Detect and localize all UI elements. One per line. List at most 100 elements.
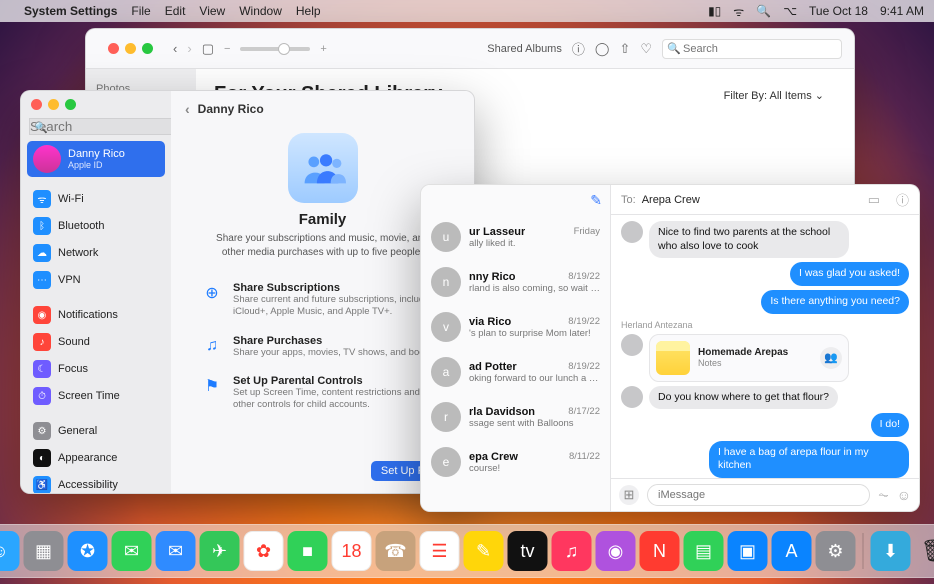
dock-appstore[interactable]: A — [772, 531, 812, 571]
control-center-icon[interactable]: ⌥ — [783, 4, 797, 18]
add-people-icon[interactable]: 👥 — [820, 347, 842, 369]
dock-news[interactable]: N — [640, 531, 680, 571]
sidebar-item-bluetooth[interactable]: ᛒBluetooth — [27, 213, 165, 239]
filter-dropdown[interactable]: Filter By: All Items ⌄ — [724, 89, 824, 102]
focus-icon: ☾ — [33, 360, 51, 378]
dictate-icon[interactable]: ⏦ — [878, 487, 889, 503]
dock-maps[interactable]: ✈ — [200, 531, 240, 571]
sidebar-toggle[interactable]: ▢ — [202, 41, 214, 57]
dock-numbers[interactable]: ▤ — [684, 531, 724, 571]
sidebar-item-appearance[interactable]: ◐Appearance — [27, 445, 165, 471]
dock-music[interactable]: ♫ — [552, 531, 592, 571]
conversation-row[interactable]: nnny Rico8/19/22rland is also coming, so… — [421, 260, 610, 305]
sidebar-user-row[interactable]: Danny RicoApple ID — [27, 141, 165, 177]
feature-title: Share Subscriptions — [233, 282, 444, 294]
close-button[interactable] — [108, 43, 119, 54]
zoom-button[interactable] — [65, 99, 76, 110]
dock-settings[interactable]: ⚙ — [816, 531, 856, 571]
message-bubble-out: I do! — [871, 413, 909, 437]
info-icon[interactable]: ⓘ — [896, 190, 909, 209]
family-description: Share your subscriptions and music, movi… — [201, 232, 444, 260]
sidebar-item-focus[interactable]: ☾Focus — [27, 356, 165, 382]
photos-search[interactable]: 🔍 — [662, 39, 842, 59]
dock-podcasts[interactable]: ◉ — [596, 531, 636, 571]
settings-search[interactable]: 🔍 — [29, 118, 163, 135]
wifi-icon[interactable]: ᯤ — [733, 3, 744, 20]
conversation-row[interactable]: aad Potter8/19/22oking forward to our lu… — [421, 350, 610, 395]
dock-mail[interactable]: ✉ — [156, 531, 196, 571]
conversation-row[interactable]: eepa Crew8/11/22course! — [421, 440, 610, 485]
sidebar-item-wi-fi[interactable]: ᯤWi-Fi — [27, 186, 165, 212]
conversation-name: rla Davidson — [469, 406, 535, 418]
sidebar-item-label: Sound — [58, 336, 90, 348]
conversation-preview: oking forward to our lunch a bit later. … — [469, 373, 600, 384]
menu-file[interactable]: File — [131, 4, 150, 18]
sidebar-item-general[interactable]: ⚙General — [27, 418, 165, 444]
settings-sidebar: 🔍 Danny RicoApple ID ᯤWi-FiᛒBluetooth☁Net… — [21, 91, 171, 493]
compose-button[interactable]: ✎ — [590, 192, 602, 209]
app-menu[interactable]: System Settings — [24, 4, 117, 18]
dock-safari[interactable]: ✪ — [68, 531, 108, 571]
video-call-icon[interactable]: ▭ — [868, 192, 880, 208]
dock-calendar[interactable]: 18 — [332, 531, 372, 571]
dock-tv[interactable]: tv — [508, 531, 548, 571]
dock-facetime[interactable]: ■ — [288, 531, 328, 571]
feature-title: Set Up Parental Controls — [233, 375, 444, 387]
apps-button[interactable]: ⊞ — [619, 485, 639, 505]
dock-keynote[interactable]: ▣ — [728, 531, 768, 571]
zoom-slider[interactable] — [240, 47, 310, 51]
sidebar-item-network[interactable]: ☁Network — [27, 240, 165, 266]
dock-notes[interactable]: ✎ — [464, 531, 504, 571]
sidebar-item-vpn[interactable]: ⋯VPN — [27, 267, 165, 293]
minimize-button[interactable] — [48, 99, 59, 110]
to-value[interactable]: Arepa Crew — [642, 194, 700, 206]
menu-view[interactable]: View — [199, 4, 225, 18]
photos-search-input[interactable] — [662, 39, 842, 59]
avatar: r — [431, 402, 461, 432]
sidebar-item-accessibility[interactable]: ♿Accessibility — [27, 472, 165, 493]
people-icon[interactable]: ◯ — [595, 41, 610, 57]
back-button[interactable]: ‹ — [185, 101, 190, 117]
menu-edit[interactable]: Edit — [165, 4, 186, 18]
message-input[interactable] — [647, 484, 870, 506]
menubar-time[interactable]: 9:41 AM — [880, 4, 924, 18]
note-attachment[interactable]: Homemade ArepasNotes👥 — [649, 334, 849, 382]
share-icon[interactable]: ⇧ — [619, 41, 630, 57]
conversation-row[interactable]: rrla Davidson8/17/22ssage sent with Ball… — [421, 395, 610, 440]
close-button[interactable] — [31, 99, 42, 110]
conversation-preview: rland is also coming, so wait for him. — [469, 283, 600, 294]
conversation-row[interactable]: uur LasseurFridayally liked it. — [421, 215, 610, 260]
emoji-icon[interactable]: ☺ — [897, 487, 911, 503]
note-sub: Notes — [698, 358, 788, 368]
info-icon[interactable]: ⓘ — [572, 39, 585, 58]
back-button[interactable]: ‹ — [173, 41, 177, 56]
general-icon: ⚙ — [33, 422, 51, 440]
menu-window[interactable]: Window — [239, 4, 282, 18]
dock-photos[interactable]: ✿ — [244, 531, 284, 571]
menu-help[interactable]: Help — [296, 4, 321, 18]
dock-reminders[interactable]: ☰ — [420, 531, 460, 571]
dock-contacts[interactable]: ☎ — [376, 531, 416, 571]
sender-label: Herland Antezana — [621, 320, 693, 330]
menubar-date[interactable]: Tue Oct 18 — [809, 4, 868, 18]
dock-downloads[interactable]: ⬇ — [871, 531, 911, 571]
dock-launchpad[interactable]: ▦ — [24, 531, 64, 571]
zoom-button[interactable] — [142, 43, 153, 54]
avatar: u — [431, 222, 461, 252]
sidebar-item-label: Wi-Fi — [58, 193, 84, 205]
sidebar-item-notifications[interactable]: ◉Notifications — [27, 302, 165, 328]
conversation-row[interactable]: vvia Rico8/19/22's plan to surprise Mom … — [421, 305, 610, 350]
forward-button[interactable]: › — [187, 41, 191, 56]
dock-trash[interactable]: 🗑 — [915, 531, 934, 571]
dock-messages[interactable]: ✉ — [112, 531, 152, 571]
spotlight-icon[interactable]: 🔍 — [756, 4, 771, 18]
favorite-icon[interactable]: ♡ — [640, 41, 652, 57]
minimize-button[interactable] — [125, 43, 136, 54]
conversation-date: 8/11/22 — [569, 451, 600, 463]
sidebar-item-screen-time[interactable]: ⏱Screen Time — [27, 383, 165, 409]
avatar: n — [431, 267, 461, 297]
settings-window: 🔍 Danny RicoApple ID ᯤWi-FiᛒBluetooth☁Net… — [20, 90, 475, 494]
dock-finder[interactable]: ☺ — [0, 531, 20, 571]
battery-icon[interactable]: ▮▯ — [708, 4, 721, 18]
sidebar-item-sound[interactable]: ♪Sound — [27, 329, 165, 355]
